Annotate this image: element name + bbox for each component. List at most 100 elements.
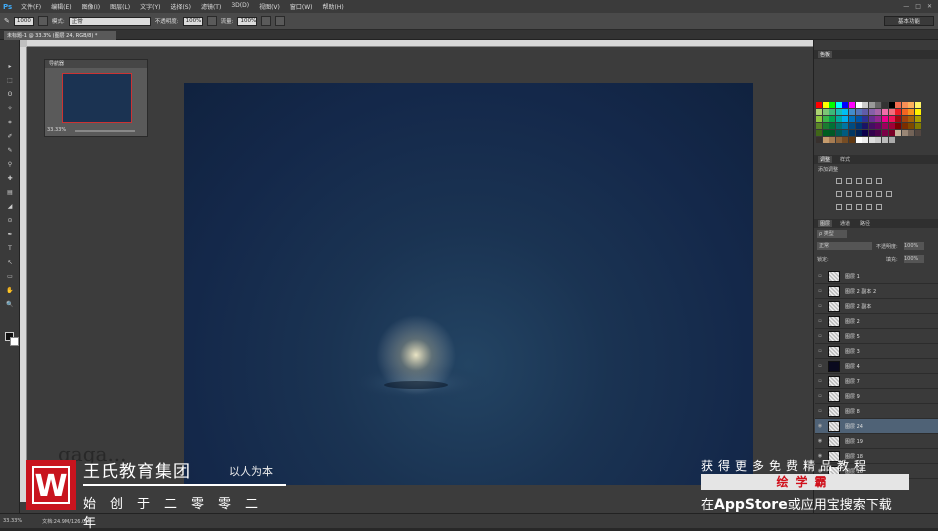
opacity-field[interactable]: 100% (182, 16, 203, 26)
swatch[interactable] (895, 102, 902, 108)
tool-15-icon[interactable]: ▭ (5, 272, 15, 281)
swatch[interactable] (862, 102, 869, 108)
layer-row[interactable]: ◉ 图层 19 (815, 434, 938, 449)
swatch[interactable] (835, 102, 842, 108)
layer-row[interactable]: ▫ 图层 9 (815, 389, 938, 404)
tool-7-icon[interactable]: ⚲ (5, 160, 15, 169)
tool-3-icon[interactable]: ✧ (5, 104, 15, 113)
layer-row[interactable]: ▫ 图层 1 (815, 269, 938, 284)
swatch[interactable] (882, 116, 888, 122)
swatch[interactable] (822, 116, 829, 122)
tool-1-icon[interactable]: ⬚ (5, 76, 15, 85)
bw-icon[interactable] (856, 191, 862, 197)
swatch[interactable] (822, 102, 829, 108)
swatch[interactable] (855, 130, 862, 136)
layer-kind-filter[interactable]: ρ 类型 (817, 230, 847, 238)
swatch[interactable] (868, 102, 875, 108)
tool-14-icon[interactable]: ↖ (5, 258, 15, 267)
layer-row[interactable]: ▫ 图层 4 (815, 359, 938, 374)
swatch[interactable] (835, 116, 842, 122)
gradient-map-icon[interactable] (866, 204, 872, 210)
swatch[interactable] (882, 137, 888, 143)
swatch[interactable] (816, 116, 822, 122)
swatch[interactable] (915, 102, 921, 108)
swatch[interactable] (901, 109, 908, 115)
tool-12-icon[interactable]: ✒ (5, 230, 15, 239)
menu-item-2[interactable]: 图像(I) (77, 2, 105, 11)
tool-10-icon[interactable]: ◢ (5, 202, 15, 211)
swatch[interactable] (888, 102, 895, 108)
invert-icon[interactable] (836, 204, 842, 210)
swatch[interactable] (915, 109, 921, 115)
layers-tab[interactable]: 图层 (818, 220, 833, 227)
adjustments-tab[interactable]: 调整 (818, 156, 833, 163)
vertical-ruler[interactable] (20, 47, 27, 502)
swatch[interactable] (888, 137, 895, 143)
tool-13-icon[interactable]: T (5, 244, 15, 253)
menu-item-5[interactable]: 选择(S) (165, 2, 196, 11)
swatch[interactable] (849, 137, 855, 143)
curves-icon[interactable] (856, 178, 862, 184)
swatch[interactable] (888, 116, 895, 122)
mixer-icon[interactable] (876, 191, 882, 197)
swatch[interactable] (855, 137, 862, 143)
brightness-icon[interactable] (836, 178, 842, 184)
swatch[interactable] (849, 109, 855, 115)
swatches-tab[interactable]: 色板 (818, 51, 833, 58)
pressure-opacity-icon[interactable] (206, 16, 217, 26)
layer-opacity-field[interactable]: 100% (904, 242, 924, 250)
swatch[interactable] (915, 123, 921, 129)
navigator-thumbnail[interactable] (62, 73, 132, 123)
mode-select[interactable]: 正常 (68, 16, 151, 26)
swatch[interactable] (908, 109, 915, 115)
swatch[interactable] (888, 123, 895, 129)
swatch[interactable] (842, 109, 849, 115)
layer-row[interactable]: ◉ 图层 24 (815, 419, 938, 434)
menu-item-4[interactable]: 文字(Y) (135, 2, 165, 11)
swatch[interactable] (829, 116, 836, 122)
swatch[interactable] (822, 109, 829, 115)
visibility-eye-icon[interactable]: ▫ (815, 348, 825, 354)
selective-color-icon[interactable] (876, 204, 882, 210)
swatch[interactable] (908, 102, 915, 108)
visibility-eye-icon[interactable]: ▫ (815, 288, 825, 294)
swatch[interactable] (901, 123, 908, 129)
horizontal-ruler[interactable] (20, 40, 813, 47)
swatch[interactable] (895, 130, 902, 136)
swatch[interactable] (875, 130, 882, 136)
swatch[interactable] (842, 102, 849, 108)
tool-17-icon[interactable]: 🔍 (5, 300, 15, 309)
swatch[interactable] (842, 123, 849, 129)
tool-9-icon[interactable]: ▤ (5, 188, 15, 197)
layer-row[interactable]: ▫ 图层 8 (815, 404, 938, 419)
swatch[interactable] (915, 116, 921, 122)
swatch[interactable] (868, 123, 875, 129)
visibility-eye-icon[interactable]: ◉ (815, 438, 825, 444)
brush-size-picker[interactable]: 1000 (13, 16, 34, 26)
menu-item-8[interactable]: 视图(V) (254, 2, 285, 11)
paths-tab[interactable]: 路径 (858, 220, 872, 227)
channels-tab[interactable]: 通道 (838, 220, 852, 227)
swatch[interactable] (882, 123, 888, 129)
levels-icon[interactable] (846, 178, 852, 184)
blend-mode-select[interactable]: 正常 (817, 242, 872, 250)
tool-4-icon[interactable]: ⌗ (5, 118, 15, 127)
swatch[interactable] (875, 102, 882, 108)
swatch[interactable] (895, 123, 902, 129)
swatch[interactable] (895, 109, 902, 115)
swatch[interactable] (849, 116, 855, 122)
swatch[interactable] (862, 116, 869, 122)
swatch[interactable] (849, 130, 855, 136)
status-zoom[interactable]: 33.33% (3, 518, 22, 524)
swatch[interactable] (855, 116, 862, 122)
brush-panel-toggle-icon[interactable] (37, 16, 48, 26)
swatch[interactable] (875, 109, 882, 115)
swatch[interactable] (855, 123, 862, 129)
swatch[interactable] (829, 123, 836, 129)
swatch[interactable] (816, 137, 822, 143)
tool-0-icon[interactable]: ▸ (5, 62, 15, 71)
swatch[interactable] (829, 102, 836, 108)
swatch[interactable] (868, 137, 875, 143)
minimize-button[interactable]: — (903, 3, 909, 10)
swatch[interactable] (842, 130, 849, 136)
